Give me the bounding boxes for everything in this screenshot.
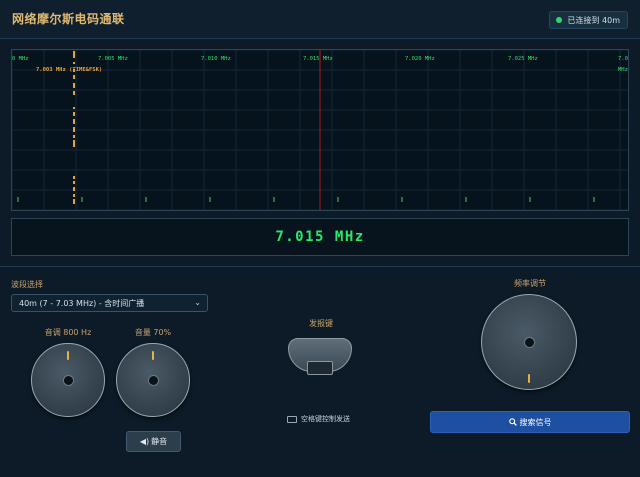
volume-knob-indicator	[152, 351, 154, 360]
mute-button-label: 静音	[151, 437, 168, 446]
frequency-readout: 7.015 MHz	[11, 218, 629, 256]
freq-label-4: 7.020 MHz	[405, 56, 435, 62]
telegraph-key-label: 发报键	[309, 319, 333, 328]
search-signal-button[interactable]: 搜索信号	[430, 411, 630, 433]
key-hint: 空格键控制发送	[287, 414, 350, 424]
volume-knob[interactable]	[116, 343, 190, 417]
signal-segment	[73, 194, 75, 197]
signal-segment	[73, 91, 75, 95]
signal-segment	[73, 51, 75, 58]
key-hint-text: 空格键控制发送	[301, 415, 350, 423]
signal-segment	[73, 75, 75, 79]
tuning-knob[interactable]	[481, 294, 577, 390]
tone-knob-indicator	[67, 351, 69, 360]
keyboard-icon	[287, 415, 297, 423]
volume-knob-label: 音量 70%	[134, 328, 172, 337]
tone-knob-label: 音调 800 Hz	[44, 328, 92, 337]
frequency-value: 7.015 MHz	[275, 229, 365, 245]
chevron-down-icon: ⌄	[194, 298, 201, 307]
tuning-knob-indicator	[528, 374, 530, 383]
freq-label-right-fragment: MHz	[618, 67, 628, 73]
band-select-label: 波段选择	[11, 280, 43, 289]
tuning-knob-label: 频率调节	[514, 279, 546, 288]
freq-label-6: 7.0	[618, 56, 628, 62]
app-header: 网络摩尔斯电码通联 已连接到 40m	[0, 0, 640, 39]
signal-segment	[73, 107, 75, 109]
freq-label-3: 7.015 MHz	[303, 56, 333, 62]
freq-label-2: 7.010 MHz	[201, 56, 231, 62]
search-button-label: 搜索信号	[519, 417, 552, 427]
signal-segment	[73, 135, 75, 138]
connection-status-text: 已连接到 40m	[567, 15, 620, 25]
tuning-knob-center	[524, 337, 535, 348]
freq-label-5: 7.025 MHz	[508, 56, 538, 62]
freq-label-1: 7.005 MHz	[98, 56, 128, 62]
signal-trace	[73, 51, 75, 204]
signal-segment	[73, 127, 75, 132]
signal-segment	[73, 62, 75, 64]
telegraph-key-base	[307, 361, 333, 375]
volume-knob-center	[148, 375, 159, 386]
speaker-icon: ◀)	[139, 437, 150, 446]
signal-marker-label: 7.003 MHz (TIME&FSK)	[36, 67, 102, 73]
app-title: 网络摩尔斯电码通联	[12, 12, 125, 26]
signal-segment	[73, 83, 75, 88]
band-select[interactable]: 40m (7 - 7.03 MHz) - 含时间广播 ⌄	[11, 294, 208, 312]
waterfall-display[interactable]: 0 MHz 7.005 MHz 7.010 MHz 7.015 MHz 7.02…	[11, 49, 629, 211]
signal-segment	[73, 187, 75, 191]
tone-knob-center	[63, 375, 74, 386]
mute-button[interactable]: ◀) 静音	[126, 431, 181, 452]
tone-knob[interactable]	[31, 343, 105, 417]
status-dot-icon	[556, 17, 563, 23]
band-select-value: 40m (7 - 7.03 MHz) - 含时间广播	[19, 298, 145, 308]
signal-segment	[73, 69, 75, 72]
signal-segment	[73, 199, 75, 204]
signal-segment	[73, 140, 75, 147]
signal-segment	[73, 181, 75, 184]
signal-segment	[73, 176, 75, 179]
signal-segment	[73, 112, 75, 116]
connection-status-badge: 已连接到 40m	[549, 11, 628, 29]
search-icon	[508, 418, 517, 426]
freq-label-0: 0 MHz	[12, 56, 29, 62]
signal-segment	[73, 119, 75, 124]
